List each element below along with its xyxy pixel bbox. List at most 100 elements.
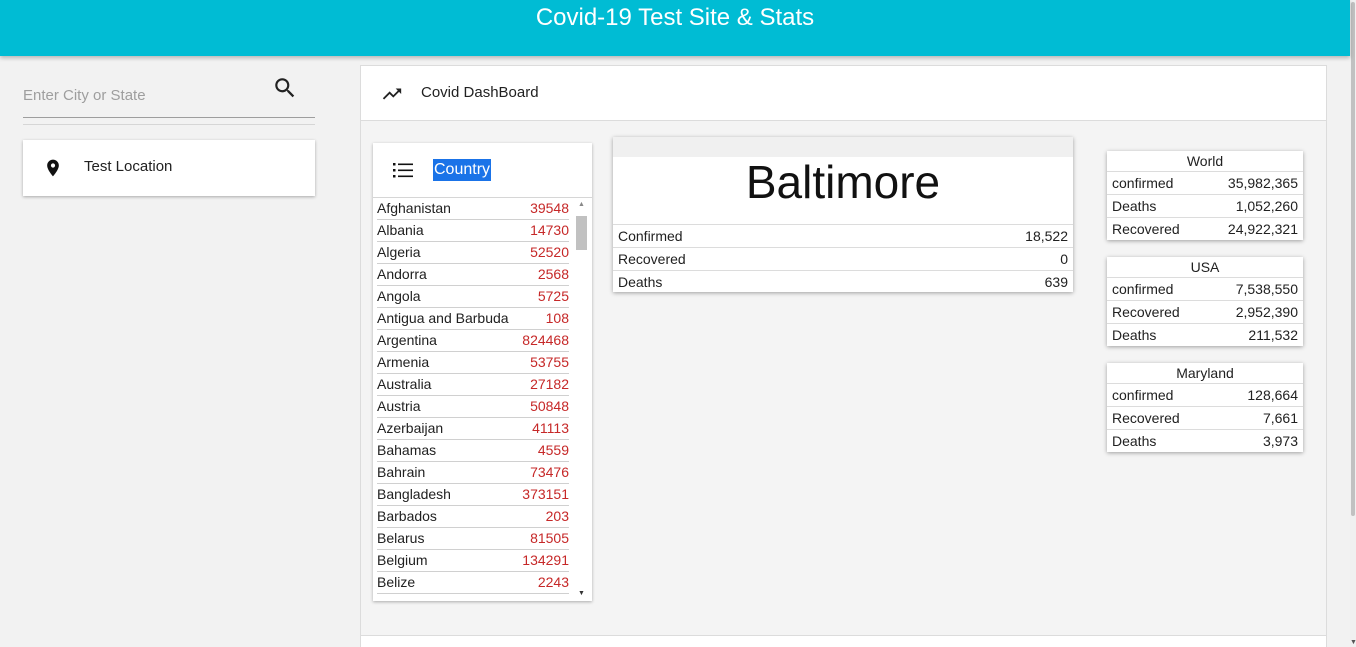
country-name: Algeria [377,244,421,260]
stat-row: confirmed 128,664 [1107,383,1303,406]
stat-label: Deaths [1112,198,1157,214]
country-name: Belarus [377,530,425,546]
stat-label: Recovered [1112,304,1180,320]
country-name: Antigua and Barbuda [377,310,509,326]
country-case-count: 134291 [522,552,569,568]
country-row[interactable]: Armenia 53755 [377,352,569,374]
search-icon[interactable] [272,75,298,101]
country-case-count: 824468 [522,332,569,348]
stat-value: 1,052,260 [1235,198,1298,214]
city-stat-row: Recovered 0 [613,247,1073,270]
stat-value: 35,982,365 [1227,175,1298,191]
country-row[interactable]: Algeria 52520 [377,242,569,264]
stat-label: Recovered [1112,221,1180,237]
city-name: Baltimore [745,156,941,208]
country-name: Australia [377,376,432,392]
city-card-top-bar [613,137,1073,157]
search-input[interactable] [23,84,263,106]
country-name: Austria [377,398,421,414]
country-case-count: 73476 [530,464,569,480]
stat-row: confirmed 7,538,550 [1107,277,1303,300]
stat-value: 3,973 [1262,433,1298,449]
country-name: Bahrain [377,464,426,480]
stat-card-title: Maryland [1176,365,1234,381]
country-row[interactable]: Azerbaijan 41113 [377,418,569,440]
country-list-header: Country [373,143,592,198]
stat-value: 0 [1060,251,1068,267]
app-header: Covid-19 Test Site & Stats [0,0,1350,56]
trending-up-icon [382,88,402,100]
country-name: Armenia [377,354,430,370]
country-name: Belize [377,574,416,590]
list-icon[interactable] [393,161,413,179]
country-case-count: 4559 [537,442,569,458]
scroll-up-arrow-icon[interactable]: ▲ [578,201,585,208]
city-stat-row: Deaths 639 [613,270,1073,293]
country-row[interactable]: Argentina 824468 [377,330,569,352]
country-case-count: 5725 [537,288,569,304]
country-row[interactable]: Australia 27182 [377,374,569,396]
country-name: Argentina [377,332,437,348]
country-row[interactable]: Albania 14730 [377,220,569,242]
stat-value: 211,532 [1248,327,1298,343]
country-row[interactable]: Bahrain 73476 [377,462,569,484]
scroll-down-arrow-icon[interactable]: ▼ [1350,639,1356,647]
country-row[interactable]: Belarus 81505 [377,528,569,550]
search-field [23,68,315,118]
country-row[interactable]: Barbados 203 [377,506,569,528]
stat-value: 24,922,321 [1227,221,1298,237]
stat-label: Recovered [618,251,686,267]
country-case-count: 2568 [537,266,569,282]
stat-card-title: USA [1190,259,1220,275]
dashboard-panel: Covid DashBoard Country Afghanistan 39548… [360,65,1327,647]
country-name: Belgium [377,552,428,568]
stat-label: Deaths [618,274,663,290]
country-name: Barbados [377,508,437,524]
country-case-count: 108 [545,310,569,326]
stat-row: Deaths 1,052,260 [1107,194,1303,217]
country-row[interactable]: Andorra 2568 [377,264,569,286]
stat-row: Deaths 211,532 [1107,323,1303,346]
stat-value: 2,952,390 [1235,304,1298,320]
country-name: Albania [377,222,424,238]
country-case-count: 41113 [532,420,569,436]
country-case-count: 81505 [530,530,569,546]
country-row[interactable]: Angola 5725 [377,286,569,308]
page-scrollbar-thumb[interactable] [1351,2,1355,516]
country-column-header[interactable]: Country [433,159,492,181]
country-name: Angola [377,288,421,304]
stat-value: 128,664 [1247,387,1298,403]
country-row[interactable]: Afghanistan 39548 [377,198,569,220]
country-row[interactable]: Belize 2243 [377,572,569,594]
stat-card-usa: USA confirmed 7,538,550 Recovered 2,952,39… [1107,257,1303,346]
country-name: Bahamas [377,442,437,458]
country-name: Afghanistan [377,200,451,216]
app-title: Covid-19 Test Site & Stats [535,4,815,31]
dashboard-title: Covid DashBoard [421,84,539,101]
country-row[interactable]: Belgium 134291 [377,550,569,572]
country-row[interactable]: Bahamas 4559 [377,440,569,462]
stat-card-world: World confirmed 35,982,365 Deaths 1,052,26… [1107,151,1303,240]
scroll-down-arrow-icon[interactable]: ▼ [578,590,585,597]
country-list-scrollbar[interactable]: ▲ ▼ [576,201,588,597]
page-scrollbar[interactable]: ▼ [1350,0,1356,647]
country-list-scrollbar-thumb[interactable] [576,216,587,250]
stat-card-maryland: Maryland confirmed 128,664 Recovered 7,661… [1107,363,1303,452]
country-row[interactable]: Bangladesh 373151 [377,484,569,506]
stat-value: 18,522 [1025,228,1068,244]
stat-label: Confirmed [618,228,683,244]
country-list[interactable]: Afghanistan 39548 Albania 14730 Algeria 52520… [373,198,573,594]
stat-label: Recovered [1112,410,1180,426]
dashboard-header: Covid DashBoard [361,66,1326,121]
country-case-count: 14730 [530,222,569,238]
country-name: Andorra [377,266,427,282]
country-case-count: 39548 [530,200,569,216]
stat-row: Recovered 24,922,321 [1107,217,1303,240]
stat-row: Recovered 7,661 [1107,406,1303,429]
location-item-test[interactable]: Test Location [23,140,315,196]
stat-row: confirmed 35,982,365 [1107,171,1303,194]
country-row[interactable]: Austria 50848 [377,396,569,418]
sidebar-divider [23,124,315,125]
country-row[interactable]: Antigua and Barbuda 108 [377,308,569,330]
stat-value: 7,538,550 [1235,281,1298,297]
